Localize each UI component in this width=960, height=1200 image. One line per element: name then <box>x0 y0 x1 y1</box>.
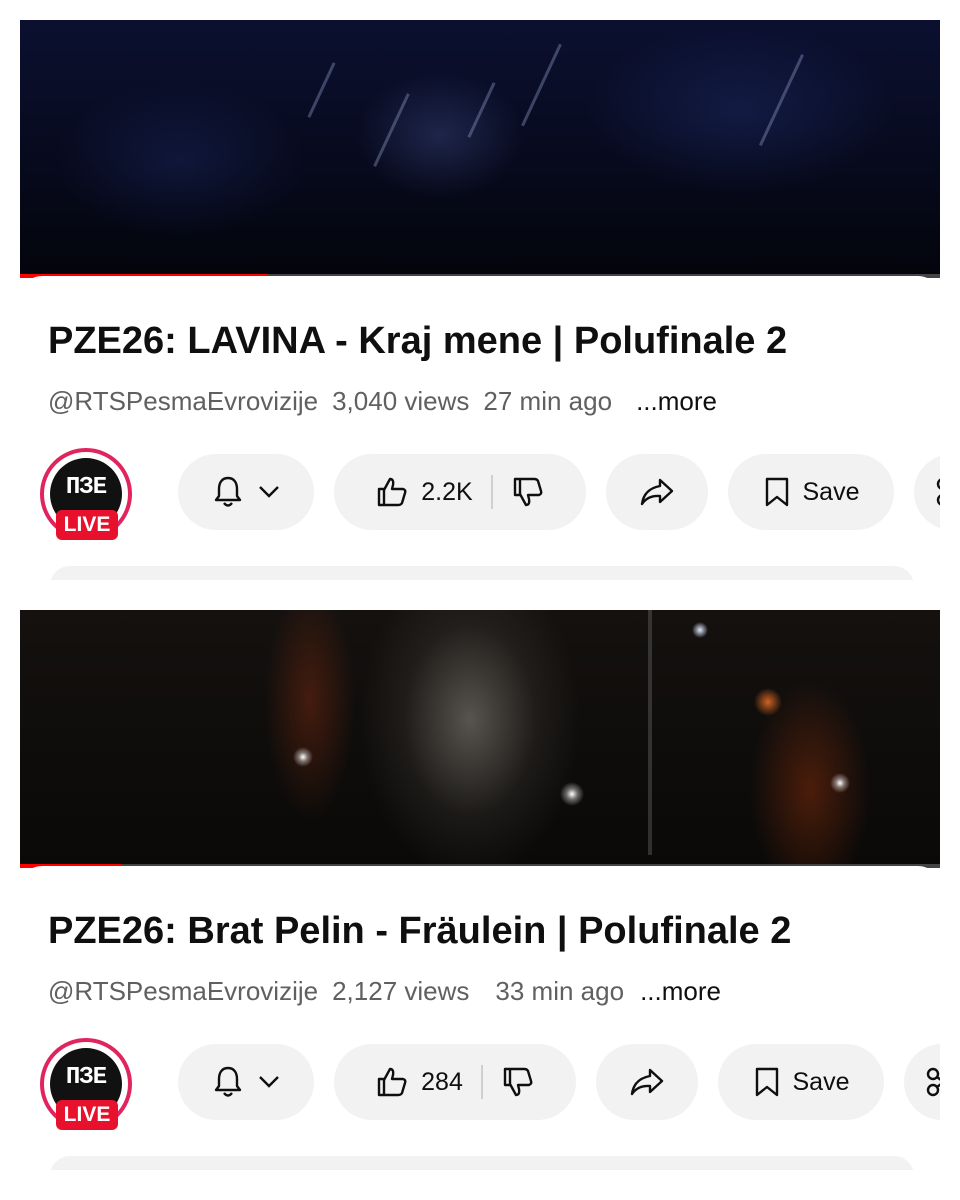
scissors-icon <box>936 475 940 509</box>
save-button[interactable]: Save <box>718 1044 884 1120</box>
bookmark-icon <box>753 1066 781 1098</box>
upload-time: 27 min ago <box>483 386 613 416</box>
subscribe-notification-button[interactable] <box>178 1044 314 1120</box>
video-player[interactable] <box>20 20 940 278</box>
action-bar: ПЗЕ LIVE 2.2K Save <box>40 446 940 540</box>
like-dislike-button[interactable]: 2.2K <box>334 454 586 530</box>
action-bar: ПЗЕ LIVE 284 Save <box>40 1036 940 1130</box>
thumbs-down-icon[interactable] <box>511 475 545 509</box>
chevron-down-icon <box>258 1075 280 1089</box>
clip-button[interactable] <box>914 454 940 530</box>
bookmark-icon <box>763 476 791 508</box>
thumbs-down-icon[interactable] <box>501 1065 535 1099</box>
video-screen-1: PZE26: LAVINA - Kraj mene | Polufinale 2… <box>20 20 940 580</box>
save-button[interactable]: Save <box>728 454 894 530</box>
divider <box>480 1065 483 1099</box>
subscribe-notification-button[interactable] <box>178 454 314 530</box>
share-icon <box>629 1067 665 1097</box>
live-badge: LIVE <box>56 510 118 540</box>
thumbs-up-icon[interactable] <box>375 475 409 509</box>
like-count: 284 <box>421 1067 463 1096</box>
share-button[interactable] <box>596 1044 698 1120</box>
avatar-logo: ПЗЕ <box>65 1063 107 1091</box>
thumbs-up-icon[interactable] <box>375 1065 409 1099</box>
channel-handle[interactable]: @RTSPesmaEvrovizije <box>48 386 318 416</box>
avatar[interactable]: ПЗЕ LIVE <box>40 1038 132 1130</box>
view-count: 3,040 views <box>332 386 470 416</box>
live-badge: LIVE <box>56 1100 118 1130</box>
description-card[interactable] <box>50 566 914 580</box>
view-count: 2,127 views <box>332 976 470 1006</box>
avatar-logo: ПЗЕ <box>65 473 107 501</box>
video-screen-2: PZE26: Brat Pelin - Fräulein | Polufinal… <box>20 610 940 1170</box>
more-link[interactable]: ...more <box>636 386 717 416</box>
share-button[interactable] <box>606 454 708 530</box>
divider <box>490 475 493 509</box>
bell-icon <box>212 1065 244 1099</box>
bell-icon <box>212 475 244 509</box>
upload-time: 33 min ago <box>495 976 625 1006</box>
like-count: 2.2K <box>421 477 473 506</box>
video-title: PZE26: Brat Pelin - Fräulein | Polufinal… <box>48 910 792 952</box>
save-label: Save <box>792 1067 850 1096</box>
video-details-sheet: PZE26: Brat Pelin - Fräulein | Polufinal… <box>20 866 940 1170</box>
video-player[interactable] <box>20 610 940 868</box>
share-icon <box>639 477 675 507</box>
video-meta: @RTSPesmaEvrovizije 2,127 views 33 min ago… <box>48 976 735 1007</box>
chevron-down-icon <box>258 485 280 499</box>
description-card[interactable] <box>50 1156 914 1170</box>
like-dislike-button[interactable]: 284 <box>334 1044 576 1120</box>
video-title: PZE26: LAVINA - Kraj mene | Polufinale 2 <box>48 320 788 362</box>
avatar[interactable]: ПЗЕ LIVE <box>40 448 132 540</box>
scissors-icon <box>926 1065 940 1099</box>
video-meta: @RTSPesmaEvrovizije 3,040 views 27 min ago… <box>48 386 731 417</box>
more-link[interactable]: ...more <box>640 976 721 1006</box>
clip-button[interactable] <box>904 1044 940 1120</box>
channel-handle[interactable]: @RTSPesmaEvrovizije <box>48 976 318 1006</box>
video-details-sheet: PZE26: LAVINA - Kraj mene | Polufinale 2… <box>20 276 940 580</box>
save-label: Save <box>802 477 860 506</box>
